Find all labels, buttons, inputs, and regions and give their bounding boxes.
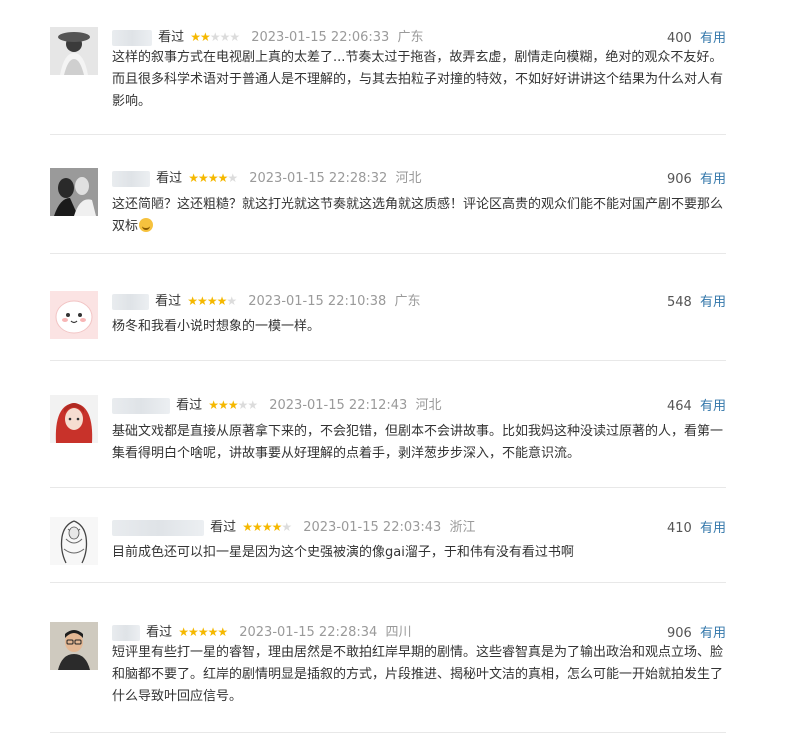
watched-status: 看过 (156, 171, 183, 186)
avatar[interactable] (50, 517, 98, 565)
star-empty: ★ (226, 294, 237, 308)
rating-stars: ★★★★★ (188, 168, 238, 188)
comment-text: 这还简陋？这还粗糙？就这打光就这节奏就这选角就这质感！评论区高贵的观众们能不能对… (112, 197, 724, 234)
vote-area: 906 有用 (667, 622, 726, 641)
star-filled: ★★★★ (242, 520, 282, 534)
comment-item: 看过 ★★★★★ 2023-01-15 22:28:32 河北 906 有用 这… (50, 168, 726, 254)
star-empty: ★ (227, 171, 238, 185)
comment-location: 河北 (395, 171, 422, 186)
comment-item: 看过 ★★★★★ 2023-01-15 22:03:43 浙江 410 有用 目… (50, 517, 726, 583)
vote-area: 906 有用 (667, 168, 726, 187)
vote-count: 906 (667, 626, 692, 641)
star-empty: ★★★ (209, 30, 240, 44)
username-redacted[interactable] (112, 29, 152, 46)
useful-button[interactable]: 有用 (700, 295, 726, 310)
vote-count: 464 (667, 399, 692, 414)
star-filled: ★★★★ (187, 294, 227, 308)
comment-location: 广东 (397, 30, 424, 45)
comment-meta: 看过 ★★★★★ 2023-01-15 22:28:32 河北 (112, 168, 726, 188)
useful-button[interactable]: 有用 (700, 399, 726, 414)
comment-content: 杨冬和我看小说时想象的一模一样。 (112, 319, 321, 334)
avatar[interactable] (50, 27, 98, 75)
comment-content: 这样的叙事方式在电视剧上真的太差了...节奏太过于拖沓，故弄玄虚，剧情走向模糊，… (112, 50, 724, 109)
vote-count: 906 (667, 172, 692, 187)
comment-item: 看过 ★★★★★ 2023-01-15 22:10:38 广东 548 有用 杨… (50, 291, 726, 361)
comment-content: 短评里有些打一星的睿智，理由居然是不敢拍红岸早期的剧情。这些睿智真是为了输出政治… (112, 645, 724, 704)
comment-item: 看过 ★★★★★ 2023-01-15 22:12:43 河北 464 有用 基… (50, 395, 726, 488)
comment-content: 目前成色还可以扣一星是因为这个史强被演的像gai溜子，于和伟有没有看过书啊 (112, 545, 574, 560)
star-empty: ★ (281, 520, 292, 534)
rating-stars: ★★★★★ (178, 622, 228, 642)
comment-location: 广东 (394, 294, 421, 309)
comment-meta: 看过 ★★★★★ 2023-01-15 22:03:43 浙江 (112, 517, 726, 537)
rating-stars: ★★★★★ (190, 27, 240, 47)
comment-meta: 看过 ★★★★★ 2023-01-15 22:28:34 四川 (112, 622, 726, 642)
useful-button[interactable]: 有用 (700, 521, 726, 536)
star-filled: ★★★★ (188, 171, 228, 185)
vote-area: 410 有用 (667, 517, 726, 536)
comment-location: 河北 (415, 398, 442, 413)
star-filled: ★★★★★ (178, 625, 228, 639)
comment-meta: 看过 ★★★★★ 2023-01-15 22:12:43 河北 (112, 395, 726, 415)
comment-item: 看过 ★★★★★ 2023-01-15 22:28:34 四川 906 有用 短… (50, 622, 726, 733)
vote-count: 400 (667, 31, 692, 46)
comment-meta: 看过 ★★★★★ 2023-01-15 22:10:38 广东 (112, 291, 726, 311)
rating-stars: ★★★★★ (242, 517, 292, 537)
rating-stars: ★★★★★ (208, 395, 258, 415)
avatar[interactable] (50, 395, 98, 443)
grin-emoji-icon (139, 218, 154, 232)
vote-area: 400 有用 (667, 27, 726, 46)
watched-status: 看过 (146, 625, 173, 640)
vote-area: 548 有用 (667, 291, 726, 310)
useful-button[interactable]: 有用 (700, 31, 726, 46)
comment-item: 看过 ★★★★★ 2023-01-15 22:06:33 广东 400 有用 这… (50, 27, 726, 135)
comment-content: 这还简陋？这还粗糙？就这打光就这节奏就这选角就这质感！评论区高贵的观众们能不能对… (112, 194, 726, 238)
comment-time: 2023-01-15 22:06:33 (251, 30, 390, 45)
vote-area: 464 有用 (667, 395, 726, 414)
username-redacted[interactable] (112, 624, 140, 641)
comment-time: 2023-01-15 22:28:34 (239, 625, 378, 640)
star-empty: ★★ (237, 398, 258, 412)
rating-stars: ★★★★★ (187, 291, 237, 311)
avatar[interactable] (50, 291, 98, 339)
avatar[interactable] (50, 622, 98, 670)
vote-count: 410 (667, 521, 692, 536)
username-redacted[interactable] (112, 293, 149, 310)
avatar[interactable] (50, 168, 98, 216)
comment-time: 2023-01-15 22:12:43 (269, 398, 408, 413)
star-filled: ★★★ (208, 398, 238, 412)
comment-location: 四川 (385, 625, 412, 640)
username-redacted[interactable] (112, 397, 170, 414)
watched-status: 看过 (158, 30, 185, 45)
useful-button[interactable]: 有用 (700, 626, 726, 641)
watched-status: 看过 (176, 398, 203, 413)
vote-count: 548 (667, 295, 692, 310)
comment-location: 浙江 (449, 520, 476, 535)
watched-status: 看过 (210, 520, 237, 535)
star-filled: ★★ (190, 30, 210, 44)
username-redacted[interactable] (112, 519, 204, 536)
comment-time: 2023-01-15 22:28:32 (249, 171, 388, 186)
comment-meta: 看过 ★★★★★ 2023-01-15 22:06:33 广东 (112, 27, 726, 47)
watched-status: 看过 (155, 294, 182, 309)
comment-time: 2023-01-15 22:03:43 (303, 520, 442, 535)
username-redacted[interactable] (112, 170, 150, 187)
comment-content: 基础文戏都是直接从原著拿下来的，不会犯错，但剧本不会讲故事。比如我妈这种没读过原… (112, 424, 724, 461)
comment-time: 2023-01-15 22:10:38 (248, 294, 387, 309)
useful-button[interactable]: 有用 (700, 172, 726, 187)
